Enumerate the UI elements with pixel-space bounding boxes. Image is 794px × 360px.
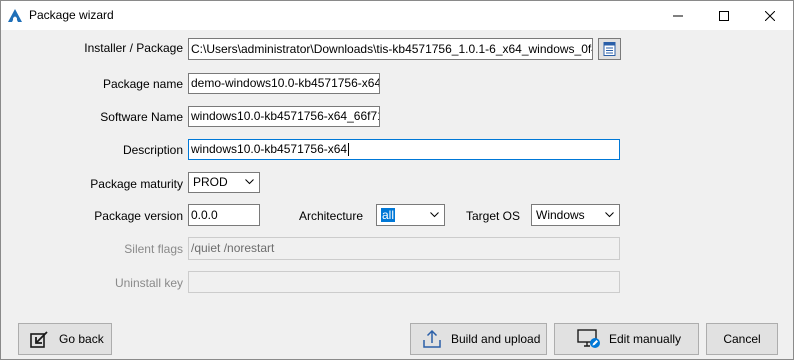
cancel-button[interactable]: Cancel (706, 323, 778, 355)
silent-flags-input: /quiet /norestart (188, 237, 620, 260)
maturity-label: Package maturity (90, 177, 183, 191)
edit-monitor-icon (577, 328, 601, 350)
build-and-upload-button[interactable]: Build and upload (410, 323, 547, 355)
target-os-select[interactable]: Windows (531, 204, 620, 226)
package-wizard-window: Package wizard Installer / Package C:\Us… (0, 0, 794, 360)
maximize-button[interactable] (701, 1, 747, 30)
close-icon (765, 10, 775, 21)
browse-installer-button[interactable] (598, 38, 621, 60)
uninstall-key-input (188, 271, 620, 293)
uninstall-key-label: Uninstall key (114, 276, 183, 290)
chevron-down-icon (245, 179, 254, 185)
maturity-select[interactable]: PROD (188, 172, 260, 193)
target-os-value: Windows (536, 208, 585, 222)
description-label: Description (122, 143, 183, 157)
go-back-icon (29, 328, 51, 350)
maximize-icon (719, 10, 729, 21)
silent-flags-label: Silent flags (124, 242, 183, 256)
text-caret (348, 143, 350, 157)
maturity-value: PROD (193, 175, 228, 189)
minimize-icon (673, 15, 683, 16)
go-back-button[interactable]: Go back (18, 323, 112, 355)
description-value: windows10.0-kb4571756-x64 (191, 142, 348, 156)
title-bar[interactable]: Package wizard (1, 1, 793, 30)
installer-label: Installer / Package (84, 41, 183, 55)
build-and-upload-label: Build and upload (451, 332, 541, 346)
architecture-label: Architecture (298, 209, 363, 223)
upload-icon (421, 328, 443, 350)
chevron-down-icon (605, 212, 614, 218)
app-logo-icon (7, 8, 23, 24)
version-label: Package version (94, 209, 183, 223)
edit-manually-button[interactable]: Edit manually (554, 323, 699, 355)
document-icon (603, 42, 616, 56)
version-input[interactable]: 0.0.0 (188, 204, 260, 226)
minimize-button[interactable] (655, 1, 701, 30)
software-name-input[interactable]: windows10.0-kb4571756-x64_66f713 (188, 106, 380, 127)
target-os-label: Target OS (465, 209, 520, 223)
cancel-label: Cancel (723, 332, 761, 346)
software-name-label: Software Name (100, 110, 183, 124)
description-input[interactable]: windows10.0-kb4571756-x64 (188, 139, 620, 160)
package-name-input[interactable]: demo-windows10.0-kb4571756-x64 (188, 73, 380, 94)
package-name-label: Package name (102, 77, 183, 91)
edit-manually-label: Edit manually (609, 332, 682, 346)
window-title: Package wizard (29, 8, 114, 22)
chevron-down-icon (430, 212, 439, 218)
close-button[interactable] (747, 1, 793, 30)
architecture-select[interactable]: all (376, 204, 445, 226)
architecture-value: all (381, 208, 396, 222)
go-back-label: Go back (59, 332, 104, 346)
installer-path-input[interactable]: C:\Users\administrator\Downloads\tis-kb4… (188, 38, 593, 60)
